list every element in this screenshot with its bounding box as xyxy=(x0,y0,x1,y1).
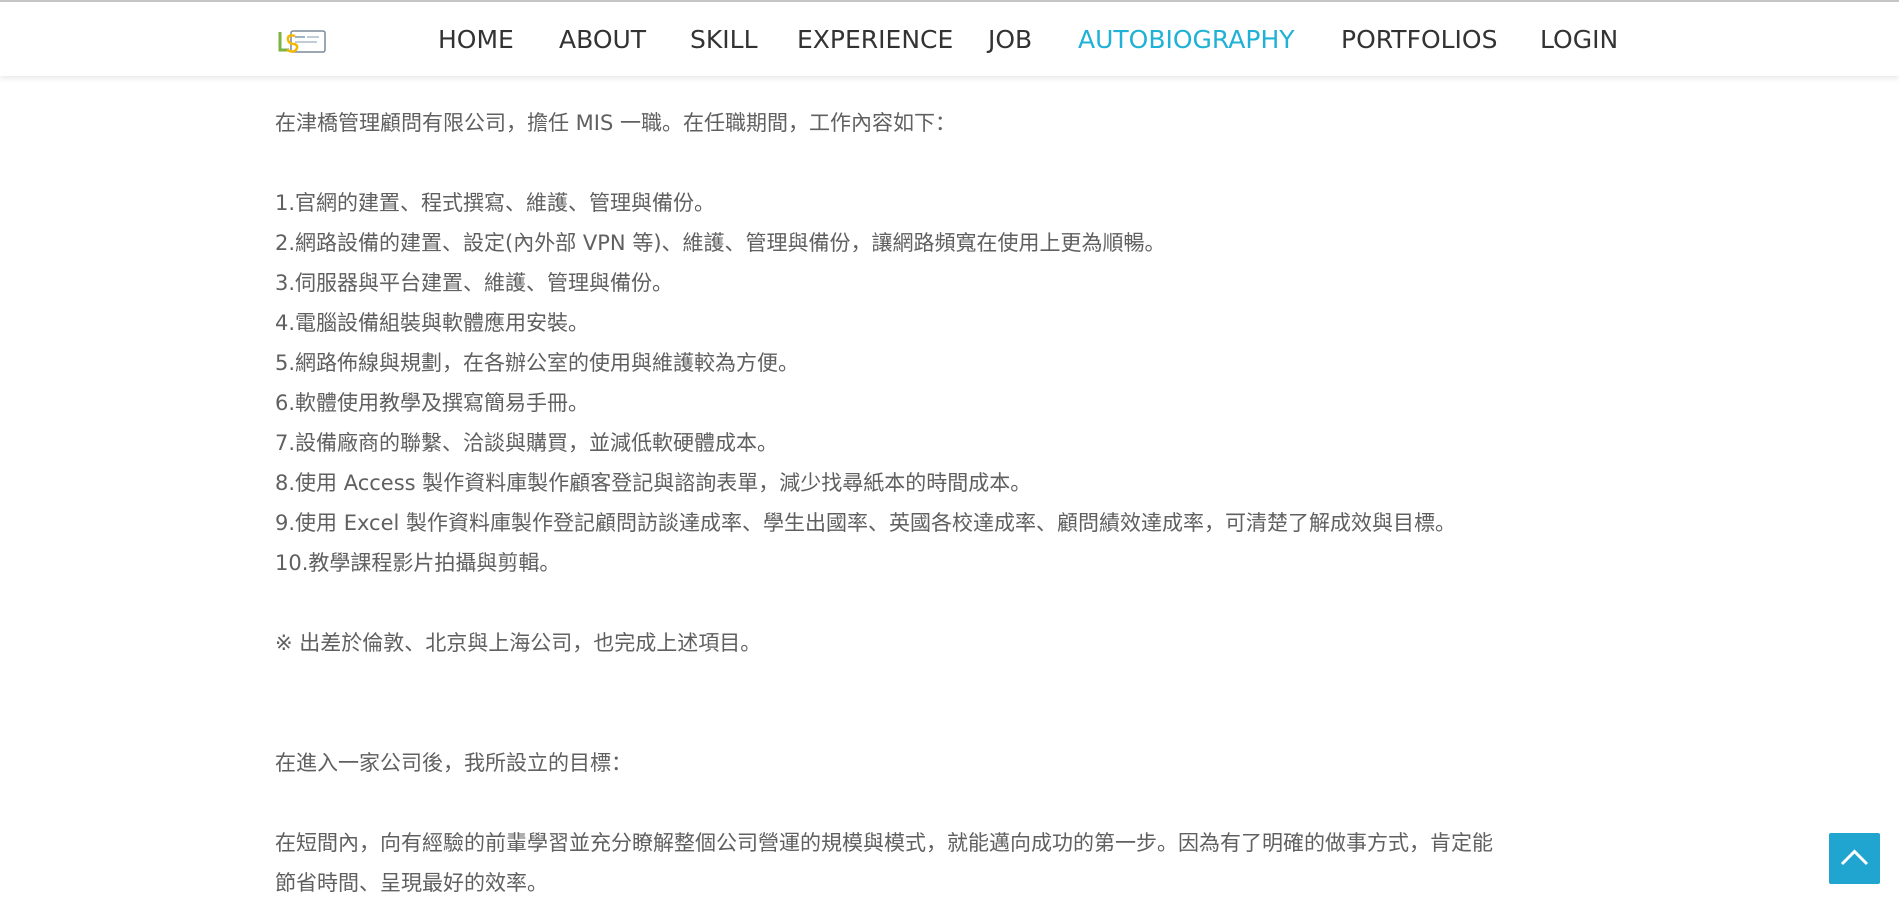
nav-autobiography[interactable]: AUTOBIOGRAPHY xyxy=(1078,24,1295,56)
chevron-up-icon xyxy=(1840,849,1869,866)
goal-text-line-1: 在短間內，向有經驗的前輩學習並充分瞭解整個公司營運的規模與模式，就能邁向成功的第… xyxy=(275,831,1493,855)
nav-job[interactable]: JOB xyxy=(988,24,1032,56)
nav-about[interactable]: ABOUT xyxy=(559,24,646,56)
duty-item-3: 3.伺服器與平台建置、維護、管理與備份。 xyxy=(275,271,674,295)
intro-text: 在津橋管理顧問有限公司，擔任 MIS 一職。在任職期間，工作內容如下： xyxy=(275,111,956,135)
back-to-top-button[interactable] xyxy=(1829,833,1880,884)
duty-item-9: 9.使用 Excel 製作資料庫製作登記顧問訪談達成率、學生出國率、英國各校達成… xyxy=(275,511,1457,535)
duty-item-10: 10.教學課程影片拍攝與剪輯。 xyxy=(275,551,561,575)
nav-login[interactable]: LOGIN xyxy=(1540,24,1618,56)
nav-skill[interactable]: SKILL xyxy=(690,24,758,56)
nav-portfolios[interactable]: PORTFOLIOS xyxy=(1341,24,1497,56)
duty-item-1: 1.官網的建置、程式撰寫、維護、管理與備份。 xyxy=(275,191,716,215)
nav-home[interactable]: HOME xyxy=(438,24,514,56)
site-logo[interactable] xyxy=(277,28,327,56)
goal-heading: 在進入一家公司後，我所設立的目標： xyxy=(275,751,632,775)
duty-item-5: 5.網路佈線與規劃，在各辦公室的使用與維護較為方便。 xyxy=(275,351,800,375)
duty-item-6: 6.軟體使用教學及撰寫簡易手冊。 xyxy=(275,391,590,415)
business-trip-note: ※ 出差於倫敦、北京與上海公司，也完成上述項目。 xyxy=(275,631,762,655)
duty-item-4: 4.電腦設備組裝與軟體應用安裝。 xyxy=(275,311,590,335)
logo-icon xyxy=(278,30,326,53)
goal-text-line-2: 節省時間、呈現最好的效率。 xyxy=(275,871,548,895)
duty-item-7: 7.設備廠商的聯繫、洽談與購買，並減低軟硬體成本。 xyxy=(275,431,779,455)
duty-item-8: 8.使用 Access 製作資料庫製作顧客登記與諮詢表單，減少找尋紙本的時間成本… xyxy=(275,471,1032,495)
duty-item-2: 2.網路設備的建置、設定(內外部 VPN 等)、維護、管理與備份，讓網路頻寬在使… xyxy=(275,231,1166,255)
nav-experience[interactable]: EXPERIENCE xyxy=(797,24,953,56)
navbar: HOME ABOUT SKILL EXPERIENCE JOB AUTOBIOG… xyxy=(0,2,1899,76)
